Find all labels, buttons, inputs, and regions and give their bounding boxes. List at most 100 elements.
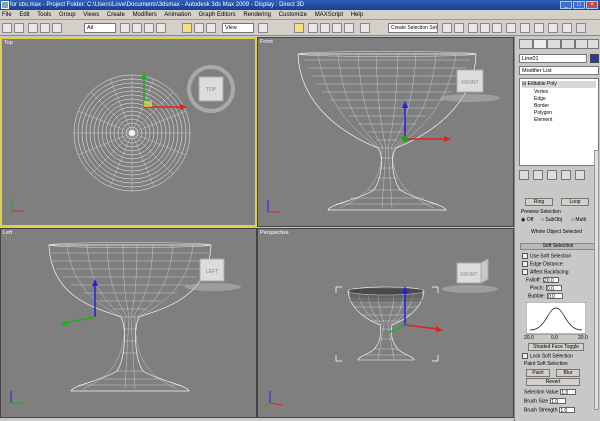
select-and-move-icon[interactable] bbox=[182, 23, 192, 33]
select-and-scale-icon[interactable] bbox=[206, 23, 216, 33]
view-cube-perspective-label[interactable]: FRONT bbox=[460, 272, 477, 278]
bind-space-warp-icon[interactable] bbox=[52, 23, 62, 33]
close-button[interactable]: × bbox=[586, 1, 598, 9]
render-setup-icon[interactable] bbox=[534, 23, 544, 33]
menu-rendering[interactable]: Rendering bbox=[243, 12, 271, 18]
menu-group[interactable]: Group bbox=[59, 12, 76, 18]
percent-snap-icon[interactable] bbox=[332, 23, 342, 33]
pivot-center-icon[interactable] bbox=[258, 23, 268, 33]
blur-button[interactable]: Blur bbox=[556, 369, 580, 377]
maximize-button[interactable]: □ bbox=[573, 1, 585, 9]
quick-render-icon[interactable] bbox=[562, 23, 572, 33]
viewport-perspective[interactable]: Perspective FRONT bbox=[257, 228, 514, 418]
create-tab-icon[interactable] bbox=[519, 39, 533, 49]
angle-snap-icon[interactable] bbox=[320, 23, 330, 33]
view-cube-front-label[interactable]: FRONT bbox=[461, 80, 478, 86]
select-manipulate-icon[interactable] bbox=[294, 23, 304, 33]
soft-selection-rollout[interactable]: Soft Selection bbox=[520, 243, 596, 250]
menu-tools[interactable]: Tools bbox=[37, 12, 51, 18]
configure-sets-icon[interactable] bbox=[575, 170, 585, 180]
menu-modifiers[interactable]: Modifiers bbox=[133, 12, 157, 18]
link-icon[interactable] bbox=[28, 23, 38, 33]
ring-button[interactable]: Ring bbox=[525, 198, 553, 206]
undo-icon[interactable] bbox=[2, 23, 12, 33]
viewport-label-perspective[interactable]: Perspective bbox=[260, 230, 289, 236]
paint-button[interactable]: Paint bbox=[526, 369, 550, 377]
unlink-icon[interactable] bbox=[40, 23, 50, 33]
menu-create[interactable]: Create bbox=[107, 12, 125, 18]
object-name-field[interactable]: Line01 bbox=[519, 54, 587, 63]
preview-multi-radio[interactable]: ○ Multi bbox=[571, 217, 586, 223]
edge-distance-checkbox[interactable]: Edge Distance: bbox=[522, 261, 564, 267]
preview-subobj-radio[interactable]: ○ SubObj bbox=[541, 217, 562, 223]
falloff-spinner[interactable]: Falloff: 20.0 bbox=[526, 277, 559, 284]
mirror-icon[interactable] bbox=[442, 23, 452, 33]
brush-size-spinner[interactable]: Brush Size 1.0 bbox=[524, 398, 567, 405]
pin-stack-icon[interactable] bbox=[519, 170, 529, 180]
spinner-snap-icon[interactable] bbox=[344, 23, 354, 33]
menu-maxscript[interactable]: MAXScript bbox=[315, 12, 343, 18]
stack-item-polygon[interactable]: Polygon bbox=[534, 110, 552, 117]
select-object-icon[interactable] bbox=[120, 23, 130, 33]
snaps-toggle-icon[interactable] bbox=[308, 23, 318, 33]
selection-value-spinner[interactable]: Selection Value 1.0 bbox=[524, 389, 577, 396]
show-end-result-icon[interactable] bbox=[533, 170, 543, 180]
bubble-spinner[interactable]: Bubble: 0.0 bbox=[528, 293, 563, 300]
affect-backfacing-checkbox[interactable]: Affect Backfacing bbox=[522, 269, 569, 275]
menu-graph-editors[interactable]: Graph Editors bbox=[199, 12, 236, 18]
pinch-spinner[interactable]: Pinch: 0.0 bbox=[530, 285, 562, 292]
modifier-list-dropdown[interactable]: Modifier List bbox=[519, 66, 599, 75]
menu-views[interactable]: Views bbox=[83, 12, 99, 18]
make-unique-icon[interactable] bbox=[547, 170, 557, 180]
use-soft-selection-checkbox[interactable]: Use Soft Selection bbox=[522, 253, 571, 259]
schematic-view-icon[interactable] bbox=[506, 23, 516, 33]
stack-item-element[interactable]: Element bbox=[534, 117, 552, 124]
named-selection-sets-dropdown[interactable]: Create Selection Set bbox=[388, 23, 438, 33]
reference-coordinate-dropdown[interactable]: View bbox=[222, 23, 254, 33]
lock-soft-selection-checkbox[interactable]: Lock Soft Selection bbox=[522, 353, 573, 359]
viewport-label-front[interactable]: Front bbox=[260, 39, 273, 45]
loop-button[interactable]: Loop bbox=[561, 198, 589, 206]
graphite-ribbon-icon[interactable] bbox=[480, 23, 490, 33]
menu-customize[interactable]: Customize bbox=[279, 12, 307, 18]
redo-icon[interactable] bbox=[14, 23, 24, 33]
minimize-button[interactable]: _ bbox=[560, 1, 572, 9]
align-icon[interactable] bbox=[454, 23, 464, 33]
stack-item-border[interactable]: Border bbox=[534, 103, 549, 110]
named-selection-icon[interactable] bbox=[360, 23, 370, 33]
teapot-render-icon[interactable] bbox=[576, 23, 586, 33]
viewport-front[interactable]: Front FRONT bbox=[257, 37, 514, 227]
utilities-tab-icon[interactable] bbox=[587, 39, 599, 49]
view-cube-top-label[interactable]: TOP bbox=[206, 87, 217, 93]
menu-file[interactable]: File bbox=[2, 12, 12, 18]
viewport-label-top[interactable]: Top bbox=[4, 40, 13, 46]
command-panel-scrollbar[interactable] bbox=[594, 150, 599, 410]
menu-animation[interactable]: Animation bbox=[164, 12, 191, 18]
material-editor-icon[interactable] bbox=[520, 23, 530, 33]
brush-strength-spinner[interactable]: Brush Strength 1.0 bbox=[524, 407, 576, 414]
menu-edit[interactable]: Edit bbox=[19, 12, 29, 18]
modify-tab-icon[interactable] bbox=[533, 39, 547, 49]
rendered-frame-icon[interactable] bbox=[548, 23, 558, 33]
hierarchy-tab-icon[interactable] bbox=[547, 39, 561, 49]
menu-help[interactable]: Help bbox=[351, 12, 363, 18]
stack-item-edge[interactable]: Edge bbox=[534, 96, 546, 103]
rect-selection-icon[interactable] bbox=[144, 23, 154, 33]
viewport-label-left[interactable]: Left bbox=[3, 230, 12, 236]
preview-off-radio[interactable]: ◉ Off bbox=[521, 217, 533, 223]
viewport-left[interactable]: Left LEFT bbox=[0, 228, 257, 418]
selection-filter-dropdown[interactable]: All bbox=[84, 23, 116, 33]
revert-button[interactable]: Revert bbox=[526, 378, 580, 386]
curve-editor-icon[interactable] bbox=[492, 23, 502, 33]
select-by-name-icon[interactable] bbox=[132, 23, 142, 33]
select-and-rotate-icon[interactable] bbox=[194, 23, 204, 33]
remove-modifier-icon[interactable] bbox=[561, 170, 571, 180]
stack-item-editable-poly[interactable]: ⊟ Editable Poly bbox=[522, 81, 596, 88]
stack-item-vertex[interactable]: Vertex bbox=[534, 89, 548, 96]
motion-tab-icon[interactable] bbox=[561, 39, 575, 49]
object-color-swatch[interactable] bbox=[590, 54, 599, 63]
layer-manager-icon[interactable] bbox=[468, 23, 478, 33]
viewport-top[interactable]: Top TOP bbox=[0, 37, 257, 227]
view-cube-left-label[interactable]: LEFT bbox=[206, 269, 218, 275]
window-crossing-icon[interactable] bbox=[156, 23, 166, 33]
